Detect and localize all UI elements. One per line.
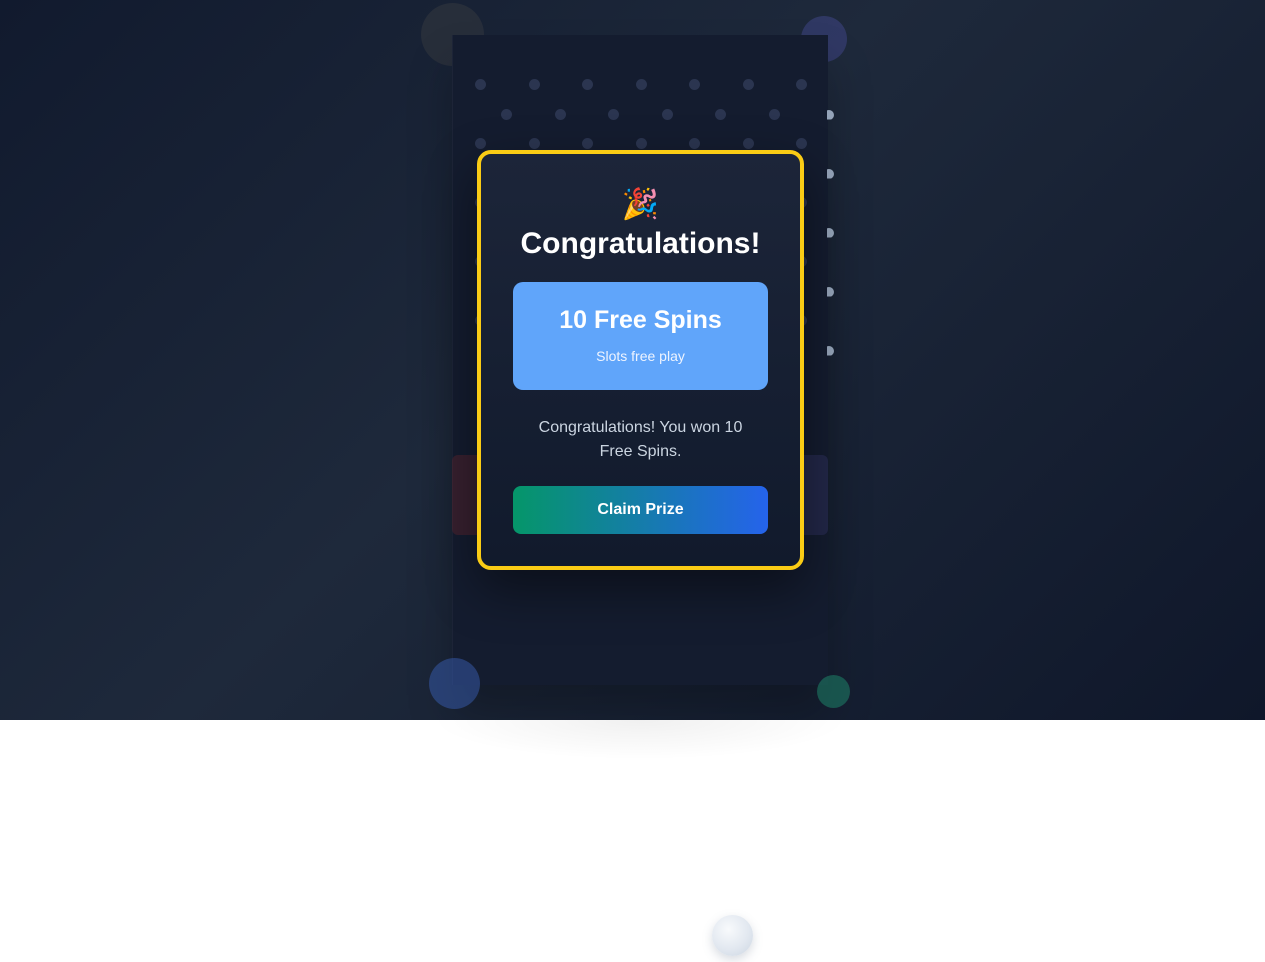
panel-shadow	[430, 720, 850, 760]
peg	[827, 109, 834, 120]
peg	[742, 138, 754, 149]
peg	[661, 108, 673, 120]
prize-card: 10 Free Spins Slots free play	[513, 282, 768, 390]
peg	[742, 79, 754, 90]
peg	[796, 79, 807, 90]
peg	[827, 345, 834, 356]
peg	[715, 108, 726, 120]
peg	[635, 138, 647, 149]
game-stage: 🎉 Congratulations! 10 Free Spins Slots f…	[0, 0, 1265, 720]
peg	[827, 168, 834, 179]
peg	[635, 79, 647, 90]
modal-title: Congratulations!	[520, 227, 761, 260]
peg	[827, 227, 834, 238]
party-popper-icon: 🎉	[621, 187, 660, 222]
claim-prize-button[interactable]: Claim Prize	[513, 486, 768, 534]
win-message: Congratulations! You won 10 Free Spins.	[538, 419, 743, 460]
prize-name: 10 Free Spins	[559, 306, 722, 334]
peg	[827, 286, 834, 297]
peg	[768, 108, 780, 120]
decorative-circle	[817, 675, 850, 708]
peg	[501, 108, 512, 120]
peg	[608, 108, 619, 120]
peg	[689, 79, 700, 90]
peg	[796, 138, 807, 149]
decorative-circle	[429, 658, 480, 709]
peg	[554, 108, 566, 120]
peg	[689, 138, 700, 149]
peg	[528, 138, 540, 149]
peg	[582, 79, 593, 90]
peg	[475, 138, 486, 149]
peg	[475, 79, 486, 90]
prize-subtitle: Slots free play	[596, 348, 685, 364]
prize-modal: 🎉 Congratulations! 10 Free Spins Slots f…	[477, 150, 804, 570]
peg	[582, 138, 593, 149]
plinko-ball	[712, 915, 753, 956]
peg	[528, 79, 540, 90]
